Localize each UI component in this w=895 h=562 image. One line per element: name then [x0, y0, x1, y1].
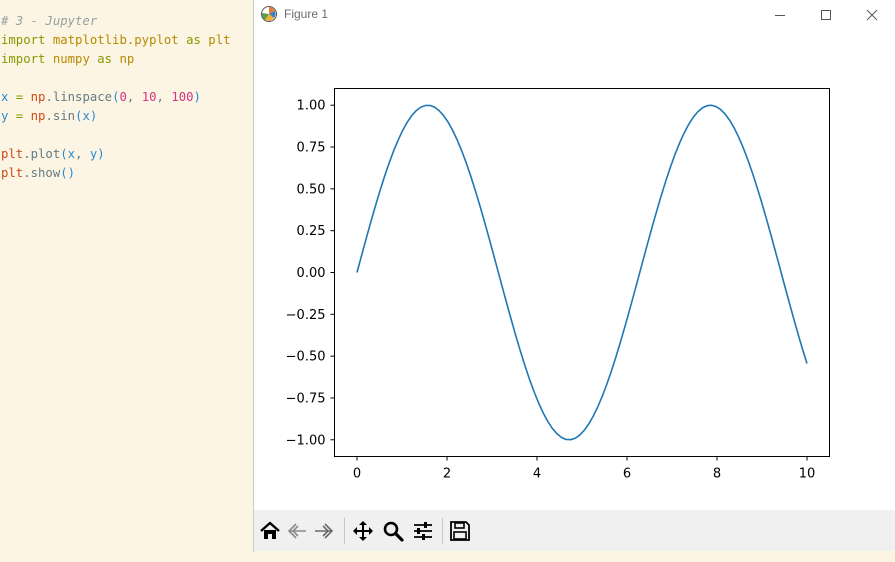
- minimize-icon: [775, 15, 785, 16]
- code-token: .show: [23, 166, 61, 180]
- code-token: np: [112, 52, 135, 66]
- zoom-button[interactable]: [380, 518, 406, 544]
- code-token: x: [67, 147, 76, 161]
- back-icon: [287, 523, 306, 539]
- x-tick-label: 2: [443, 467, 451, 482]
- code-line[interactable]: # 3 - Jupyter: [1, 12, 97, 31]
- code-token: ,: [126, 90, 142, 104]
- editor-background: [254, 551, 895, 562]
- navigation-toolbar: [254, 510, 895, 551]
- maximize-button[interactable]: [803, 0, 849, 30]
- code-token: .plot: [23, 147, 61, 161]
- figure-window: Figure 1 1.00 0.75 0.50 0.25 0.00 −0.25 −0.50 −…: [254, 0, 895, 551]
- toolbar-separator: [344, 518, 345, 544]
- code-token: matplotlib.pyplot: [45, 33, 187, 47]
- sine-line-chart: 1.00 0.75 0.50 0.25 0.00 −0.25 −0.50 −0.75 −1.00…: [286, 88, 830, 482]
- code-token: as: [97, 52, 113, 66]
- y-tick-label: 0.25: [297, 224, 326, 239]
- code-token: ): [89, 109, 98, 123]
- window-title: Figure 1: [284, 7, 329, 21]
- code-token: plt: [1, 147, 24, 161]
- code-token: ,: [75, 147, 90, 161]
- y-tick-label: −0.50: [286, 350, 326, 365]
- code-token: as: [186, 33, 201, 47]
- x-tick-label: 8: [713, 467, 721, 482]
- code-token: np: [30, 90, 46, 104]
- code-line[interactable]: plt.show(): [1, 164, 75, 183]
- code-token: # 3 - Jupyter: [1, 14, 98, 28]
- y-tick-label: 0.00: [297, 266, 326, 281]
- x-tick-label: 6: [623, 467, 631, 482]
- code-line[interactable]: plt.plot(x, y): [1, 145, 105, 164]
- code-token: plt: [1, 166, 24, 180]
- code-token: .linspace: [45, 90, 113, 104]
- code-token: =: [8, 90, 31, 104]
- back-button[interactable]: [284, 518, 310, 544]
- code-token: ): [97, 147, 105, 161]
- x-tick-label: 10: [799, 467, 816, 482]
- close-button[interactable]: [849, 0, 895, 30]
- code-token: 100: [171, 90, 194, 104]
- home-icon: [260, 521, 280, 539]
- code-token: 0: [119, 90, 127, 104]
- home-button[interactable]: [257, 518, 283, 544]
- pan-button[interactable]: [350, 518, 376, 544]
- y-tick-label: 0.75: [297, 141, 326, 156]
- x-tick-label: 0: [353, 467, 361, 482]
- save-icon: [450, 521, 470, 541]
- figure-canvas[interactable]: 1.00 0.75 0.50 0.25 0.00 −0.25 −0.50 −0.75 −1.00…: [254, 30, 895, 510]
- close-icon: [866, 9, 878, 21]
- y-tick-label: −1.00: [286, 433, 326, 448]
- x-tick-label: 4: [533, 467, 541, 482]
- code-line[interactable]: y = np.sin(x): [1, 107, 97, 126]
- code-line[interactable]: x = np.linspace(0, 10, 100): [1, 88, 201, 107]
- code-token: =: [8, 109, 31, 123]
- y-tick-label: 0.50: [297, 182, 326, 197]
- save-button[interactable]: [447, 518, 473, 544]
- configure-subplots-icon: [414, 522, 432, 540]
- code-token: import: [1, 33, 46, 47]
- code-line[interactable]: import numpy as np: [1, 50, 134, 69]
- code-token: numpy: [45, 52, 98, 66]
- code-line[interactable]: import matplotlib.pyplot as plt: [1, 31, 231, 50]
- code-token: 10: [141, 90, 157, 104]
- code-token: ): [193, 90, 201, 104]
- pan-icon: [353, 521, 373, 541]
- code-token: import: [1, 52, 46, 66]
- code-token: ,: [156, 90, 172, 104]
- code-token: (): [60, 166, 76, 180]
- y-tick-label: −0.25: [286, 308, 326, 323]
- axes-frame: [334, 88, 830, 457]
- code-token: np: [30, 109, 46, 123]
- maximize-icon: [821, 10, 831, 20]
- zoom-icon: [383, 521, 404, 542]
- code-token: x: [82, 109, 90, 123]
- y-tick-label: −0.75: [286, 391, 326, 406]
- matplotlib-icon: [261, 6, 277, 22]
- code-token: (: [60, 147, 68, 161]
- code-editor[interactable]: # 3 - Jupyter import matplotlib.pyplot as…: [0, 0, 254, 562]
- code-token: .sin: [45, 109, 76, 123]
- minimize-button[interactable]: [757, 0, 803, 30]
- toolbar-separator: [442, 518, 443, 544]
- code-token: plt: [200, 33, 231, 47]
- configure-subplots-button[interactable]: [410, 518, 436, 544]
- y-tick-label: 1.00: [297, 99, 326, 114]
- window-titlebar[interactable]: Figure 1: [254, 0, 895, 30]
- forward-icon: [315, 523, 334, 539]
- forward-button[interactable]: [311, 518, 337, 544]
